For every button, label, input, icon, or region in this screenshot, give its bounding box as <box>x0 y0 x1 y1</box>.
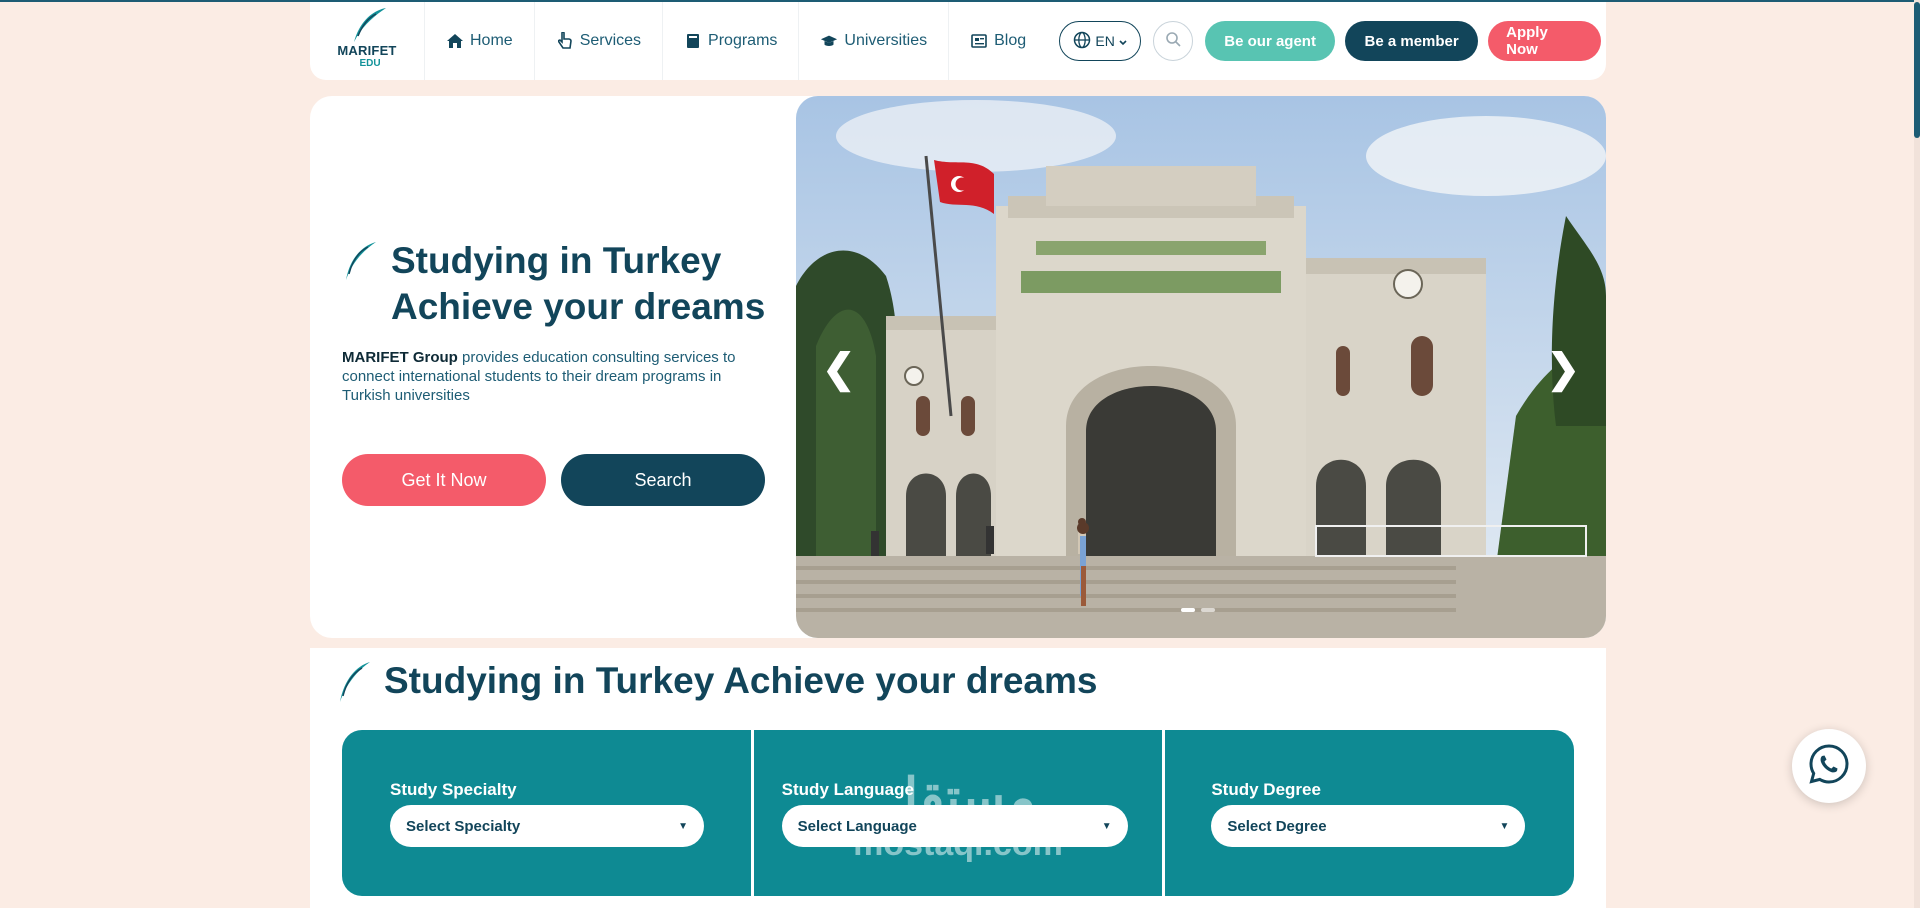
degree-select-value: Select Degree <box>1227 817 1327 835</box>
hero-title: Studying in Turkey Achieve your dreams <box>391 238 791 330</box>
slider-next-arrow[interactable]: ❯ <box>1546 346 1580 392</box>
hero-description: MARIFET Group provides education consult… <box>342 348 762 405</box>
filter-specialty: Study Specialty Select Specialty ▼ <box>342 730 751 896</box>
book-icon <box>684 32 702 50</box>
nav-blog-label: Blog <box>994 32 1027 49</box>
feather-logo-icon <box>354 8 386 42</box>
whatsapp-icon <box>1807 742 1851 791</box>
slider-dots <box>1181 608 1215 612</box>
caret-down-icon: ▼ <box>1101 820 1112 832</box>
chevron-down-icon <box>1119 33 1127 49</box>
language-selector[interactable]: EN <box>1059 21 1142 61</box>
scrollbar-thumb[interactable] <box>1914 2 1920 138</box>
watermark: مستقل mostaql.com <box>843 770 1073 862</box>
specialty-select-value: Select Specialty <box>406 817 521 835</box>
slider-prev-arrow[interactable]: ❮ <box>822 346 856 392</box>
header-navbar: MARIFET EDU Home Services Programs Unive… <box>310 2 1606 80</box>
nav-programs-label: Programs <box>708 32 778 49</box>
slider-dot[interactable] <box>1181 608 1195 612</box>
apply-now-button[interactable]: Apply Now <box>1488 21 1602 61</box>
graduation-cap-icon <box>820 32 838 50</box>
home-icon <box>446 32 464 50</box>
caret-down-icon: ▼ <box>678 820 688 832</box>
nav-home-label: Home <box>470 32 513 49</box>
specialty-select[interactable]: Select Specialty ▼ <box>390 805 704 847</box>
get-it-now-button[interactable]: Get It Now <box>342 454 546 506</box>
nav-programs[interactable]: Programs <box>662 2 798 80</box>
hand-pointer-icon <box>556 32 574 50</box>
feather-icon <box>346 242 376 280</box>
nav-home[interactable]: Home <box>424 2 534 80</box>
nav-services-label: Services <box>579 32 642 49</box>
hero-section: Studying in Turkey Achieve your dreams M… <box>310 96 1606 638</box>
whatsapp-button[interactable] <box>1792 729 1866 803</box>
watermark-url: mostaql.com <box>853 825 1063 863</box>
filter-degree: Study Degree Select Degree ▼ <box>1162 730 1574 896</box>
filter-degree-label: Study Degree <box>1211 780 1321 799</box>
hero-image-slider[interactable]: ❮ ❯ <box>796 96 1606 638</box>
brand-logo[interactable]: MARIFET EDU <box>310 2 424 80</box>
language-label: EN <box>1095 33 1115 49</box>
nav-universities-label: Universities <box>844 32 928 49</box>
caret-down-icon: ▼ <box>1499 820 1510 832</box>
university-gate-image <box>796 96 1606 638</box>
search-icon <box>1165 31 1181 52</box>
section-title: Studying in Turkey Achieve your dreams <box>384 660 1098 701</box>
watermark-arabic: مستقل <box>880 769 1036 827</box>
be-a-member-button[interactable]: Be a member <box>1345 21 1479 61</box>
nav-universities[interactable]: Universities <box>798 2 948 80</box>
feather-icon <box>340 662 370 702</box>
page-scrollbar[interactable] <box>1914 0 1920 908</box>
be-our-agent-button[interactable]: Be our agent <box>1205 21 1336 61</box>
search-button[interactable] <box>1153 21 1194 61</box>
nav-blog[interactable]: Blog <box>948 2 1047 80</box>
globe-icon <box>1073 31 1091 52</box>
slider-dot[interactable] <box>1201 608 1215 612</box>
hero-search-button[interactable]: Search <box>561 454 765 506</box>
hero-title-line2: Achieve your dreams <box>391 286 766 327</box>
degree-select[interactable]: Select Degree ▼ <box>1211 805 1526 847</box>
brand-sub: EDU <box>359 58 381 69</box>
newspaper-icon <box>970 32 988 50</box>
hero-title-line1: Studying in Turkey <box>391 240 722 281</box>
filter-specialty-label: Study Specialty <box>390 780 517 799</box>
hero-desc-brand: MARIFET Group <box>342 349 458 366</box>
nav-services[interactable]: Services <box>533 2 662 80</box>
